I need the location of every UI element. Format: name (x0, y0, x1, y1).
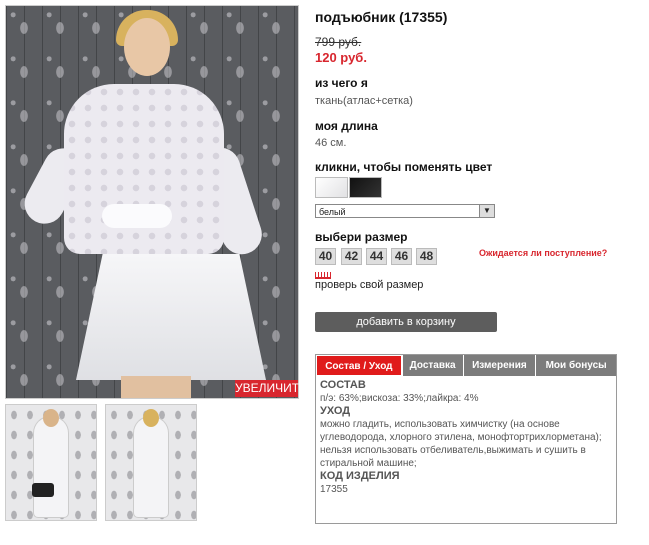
product-code-heading: КОД ИЗДЕЛИЯ (320, 470, 400, 482)
tab-measurements[interactable]: Измерения (463, 355, 536, 376)
size-button-46[interactable]: 46 (391, 248, 412, 265)
size-button-48[interactable]: 48 (416, 248, 437, 265)
size-button-42[interactable]: 42 (341, 248, 362, 265)
thumbnail-front[interactable] (5, 404, 97, 521)
size-button-40[interactable]: 40 (315, 248, 336, 265)
thumbnail-handbag (32, 483, 54, 497)
material-label: из чего я (315, 76, 368, 90)
chevron-down-icon[interactable]: ▼ (479, 205, 494, 217)
notify-availability-link[interactable]: Ожидается ли поступление? (479, 248, 607, 258)
color-swatch-white[interactable] (315, 177, 348, 198)
model-blouse (64, 84, 224, 254)
model-legs (121, 376, 191, 398)
color-select-value: белый (319, 207, 346, 217)
model-bow (102, 204, 172, 228)
tab-content: СОСТАВ п/э: 63%;вискоза: 33%;лайкра: 4% … (320, 379, 612, 496)
model-skirt (76, 254, 266, 380)
length-label: моя длина (315, 119, 378, 133)
add-to-cart-button[interactable]: добавить в корзину (315, 312, 497, 332)
thumbnail-model (134, 417, 168, 517)
color-select[interactable]: белый ▼ (315, 204, 495, 218)
thumbnail-model-head (43, 409, 59, 427)
thumbnail-back[interactable] (105, 404, 197, 521)
color-swatch-black[interactable] (349, 177, 382, 198)
product-code-value: 17355 (320, 484, 348, 495)
tab-bonuses[interactable]: Мои бонусы (536, 355, 616, 376)
material-value: ткань(атлас+сетка) (315, 95, 413, 107)
thumbnail-model (34, 417, 68, 517)
tab-composition-care[interactable]: Состав / Уход (316, 355, 402, 376)
model-head (124, 18, 170, 76)
product-info-tabs: Состав / Уход Доставка Измерения Мои бон… (315, 354, 617, 524)
care-text: можно гладить, использовать химчистку (н… (320, 419, 602, 469)
thumbnail-model-head (143, 409, 159, 427)
ruler-icon (315, 272, 331, 279)
care-heading: УХОД (320, 405, 351, 417)
zoom-button[interactable]: УВЕЛИЧИТЬ (235, 380, 307, 397)
tab-delivery[interactable]: Доставка (402, 355, 463, 376)
size-button-44[interactable]: 44 (366, 248, 387, 265)
color-label: кликни, чтобы поменять цвет (315, 160, 493, 174)
main-product-photo[interactable] (5, 5, 299, 399)
length-value: 46 см. (315, 137, 347, 149)
old-price: 799 руб. (315, 35, 362, 49)
size-check-link[interactable]: проверь свой размер (315, 279, 423, 291)
composition-heading: СОСТАВ (320, 379, 366, 391)
size-label: выбери размер (315, 230, 408, 244)
product-title: подъюбник (17355) (315, 9, 448, 25)
tab-bar: Состав / Уход Доставка Измерения Мои бон… (316, 355, 616, 376)
composition-text: п/э: 63%;вискоза: 33%;лайкра: 4% (320, 393, 479, 404)
new-price: 120 руб. (315, 50, 367, 65)
